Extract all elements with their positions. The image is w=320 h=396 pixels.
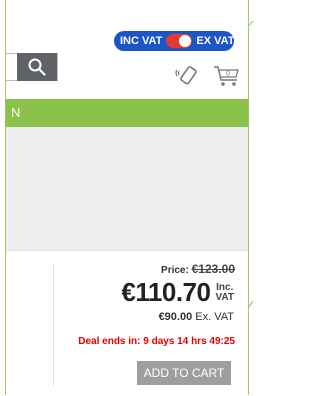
nav-label[interactable]: N	[11, 105, 20, 120]
deal-countdown: Deal ends in: 9 days 14 hrs 49:25	[78, 336, 235, 347]
inc-vat-suffix: Inc. VAT	[215, 283, 234, 303]
vat-switch[interactable]	[166, 34, 193, 48]
add-to-cart-button[interactable]: ADD TO CART	[137, 361, 231, 385]
ex-vat-suffix: Ex. VAT	[195, 311, 234, 323]
price-label: Price:	[161, 265, 189, 276]
vat-toggle[interactable]: INC VAT EX VAT	[114, 31, 234, 51]
inc-suffix-line2: VAT	[215, 292, 234, 303]
cart-icon[interactable]: 0	[213, 62, 241, 93]
content-placeholder	[6, 127, 248, 250]
search-button[interactable]	[17, 53, 57, 81]
ex-price-value: €90.00	[158, 311, 193, 323]
ex-vat-price: €90.00 Ex. VAT	[159, 311, 234, 323]
price-value: €110.70	[121, 277, 211, 307]
search-icon	[28, 58, 46, 76]
current-price: €110.70 Inc. VAT	[121, 277, 234, 308]
panel-divider	[53, 264, 54, 386]
old-price: Price: €123.00	[161, 262, 235, 276]
ex-vat-label: EX VAT	[196, 35, 235, 47]
cart-count: 0	[226, 71, 230, 78]
phone-icon[interactable]	[173, 62, 199, 93]
frame-border-right	[248, 0, 249, 395]
old-price-value: €123.00	[191, 262, 235, 276]
switch-knob	[179, 35, 192, 47]
inc-vat-label: INC VAT	[120, 35, 163, 47]
nav-bar[interactable]: N	[6, 99, 248, 127]
